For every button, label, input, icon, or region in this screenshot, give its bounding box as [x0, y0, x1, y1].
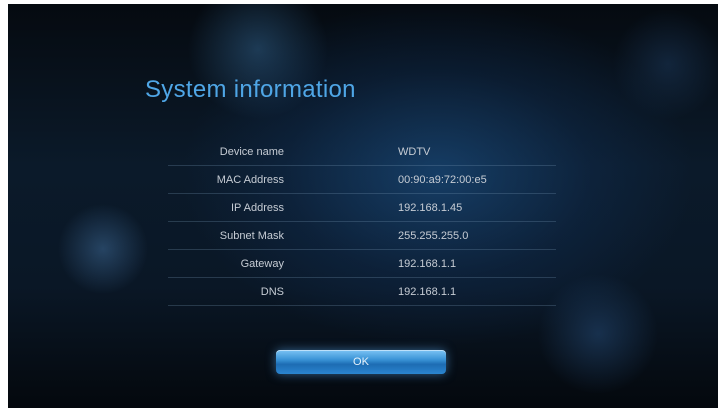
table-row-device-name: Device name WDTV — [168, 138, 556, 166]
row-label: IP Address — [231, 202, 284, 214]
row-label: DNS — [260, 286, 284, 298]
system-info-screen: System information Device name WDTV MAC … — [8, 4, 718, 408]
row-label: MAC Address — [216, 174, 284, 186]
table-row-dns: DNS 192.168.1.1 — [168, 278, 556, 306]
row-label: Gateway — [240, 258, 284, 270]
table-row-gateway: Gateway 192.168.1.1 — [168, 250, 556, 278]
row-value: 192.168.1.1 — [398, 286, 457, 298]
table-row-subnet-mask: Subnet Mask 255.255.255.0 — [168, 222, 556, 250]
page-title: System information — [145, 76, 356, 103]
ok-button[interactable]: OK — [276, 350, 446, 374]
row-label: Device name — [219, 146, 284, 158]
info-table: Device name WDTV MAC Address 00:90:a9:72… — [168, 138, 556, 306]
row-value: 192.168.1.1 — [398, 258, 457, 270]
row-value: WDTV — [398, 146, 431, 158]
row-value: 255.255.255.0 — [398, 230, 469, 242]
row-value: 192.168.1.45 — [398, 202, 463, 214]
row-label: Subnet Mask — [219, 230, 284, 242]
table-row-mac-address: MAC Address 00:90:a9:72:00:e5 — [168, 166, 556, 194]
row-value: 00:90:a9:72:00:e5 — [398, 174, 487, 186]
table-row-ip-address: IP Address 192.168.1.45 — [168, 194, 556, 222]
